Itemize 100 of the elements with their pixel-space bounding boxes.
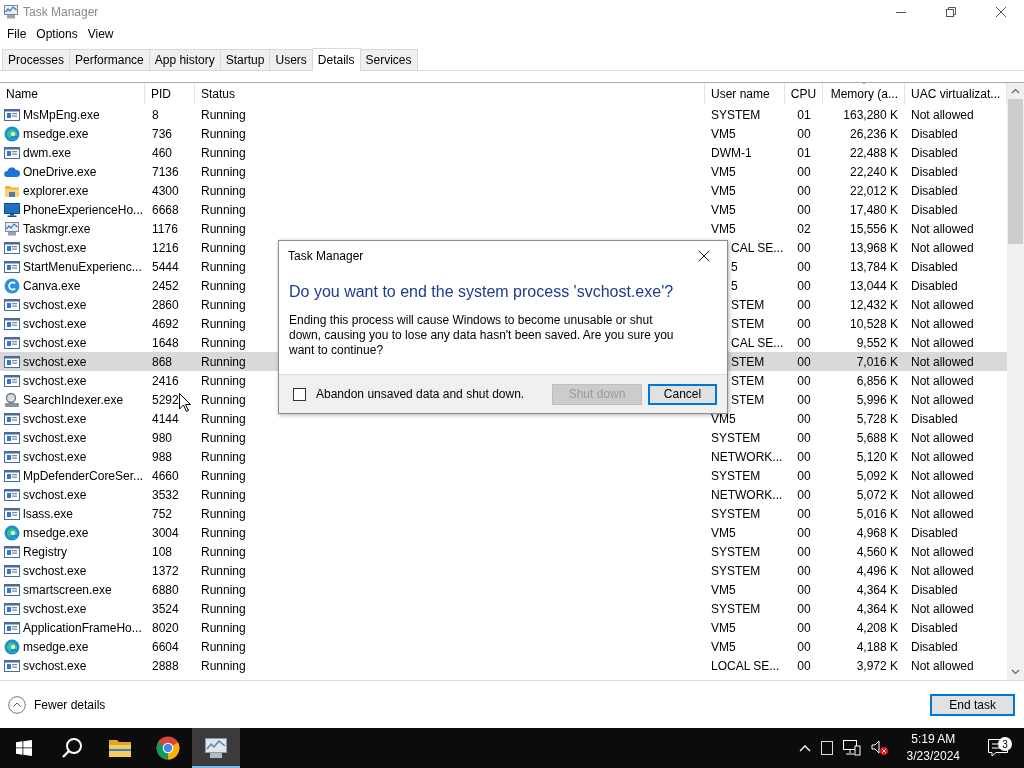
table-cell: 752 bbox=[152, 506, 173, 521]
table-cell[interactable]: MpDefenderCoreSer... bbox=[23, 468, 144, 483]
table-cell[interactable]: svchost.exe bbox=[23, 563, 87, 578]
table-cell[interactable]: MsMpEng.exe bbox=[23, 107, 100, 122]
table-cell[interactable]: PhoneExperienceHo... bbox=[23, 202, 144, 217]
network-icon[interactable] bbox=[842, 740, 861, 756]
dialog-button[interactable]: Cancel bbox=[648, 383, 717, 405]
checkbox[interactable] bbox=[293, 387, 306, 401]
table-cell[interactable]: svchost.exe bbox=[23, 658, 87, 673]
window-icon bbox=[4, 600, 20, 617]
table-cell[interactable]: Registry bbox=[23, 544, 67, 559]
table-cell: CAL SE... bbox=[731, 240, 784, 255]
table-cell: NETWORK... bbox=[711, 449, 783, 464]
table-cell[interactable]: SearchIndexer.exe bbox=[23, 392, 124, 407]
tab[interactable]: Services bbox=[359, 49, 418, 70]
table-cell[interactable]: msedge.exe bbox=[23, 525, 89, 540]
table-cell: Not allowed bbox=[911, 506, 974, 521]
table-cell: SYSTEM bbox=[711, 563, 761, 578]
tab[interactable]: App history bbox=[148, 49, 221, 70]
column-header[interactable]: PID bbox=[145, 83, 195, 105]
window-icon bbox=[4, 429, 20, 446]
taskbar-button[interactable] bbox=[192, 728, 240, 768]
table-cell: 5,016 K bbox=[856, 506, 898, 521]
table-cell: STEM bbox=[731, 392, 765, 407]
table-cell: Running bbox=[201, 259, 246, 274]
fewer-details-link[interactable]: Fewer details bbox=[34, 697, 106, 712]
table-cell: Not allowed bbox=[911, 392, 974, 407]
checkbox-label[interactable]: Abandon unsaved data and shut down. bbox=[316, 387, 525, 401]
column-header[interactable]: Name bbox=[0, 83, 145, 105]
table-cell[interactable]: svchost.exe bbox=[23, 373, 87, 388]
search-icon[interactable] bbox=[61, 737, 83, 759]
table-cell[interactable]: lsass.exe bbox=[23, 506, 74, 521]
table-cell[interactable]: svchost.exe bbox=[23, 430, 87, 445]
table-cell[interactable]: Taskmgr.exe bbox=[23, 221, 91, 236]
tab[interactable]: Users bbox=[269, 49, 313, 70]
table-cell: Not allowed bbox=[911, 601, 974, 616]
table-cell: VM5 bbox=[711, 582, 736, 597]
table-cell[interactable]: explorer.exe bbox=[23, 183, 89, 198]
column-header[interactable]: CPU bbox=[785, 83, 823, 105]
scrollbar-thumb[interactable] bbox=[1008, 99, 1023, 244]
start-icon[interactable] bbox=[16, 740, 32, 756]
column-header[interactable]: User name bbox=[705, 83, 785, 105]
table-cell: VM5 bbox=[711, 221, 736, 236]
chevron-up-circle-icon[interactable] bbox=[8, 695, 26, 714]
table-cell[interactable]: svchost.exe bbox=[23, 411, 87, 426]
tab[interactable]: Details bbox=[311, 48, 361, 71]
close-icon[interactable] bbox=[996, 6, 1006, 17]
menu-item[interactable]: View bbox=[82, 27, 119, 41]
speaker-muted-icon[interactable] bbox=[870, 740, 889, 756]
menu-item[interactable]: File bbox=[2, 27, 32, 41]
table-cell: 5,092 K bbox=[856, 468, 898, 483]
table-cell[interactable]: svchost.exe bbox=[23, 297, 87, 312]
table-cell[interactable]: msedge.exe bbox=[23, 126, 89, 141]
table-cell: VM5 bbox=[711, 639, 736, 654]
table-cell[interactable]: dwm.exe bbox=[23, 145, 72, 160]
tablet-icon[interactable] bbox=[820, 741, 833, 755]
table-cell[interactable]: svchost.exe bbox=[23, 316, 87, 331]
end-task-button[interactable]: End task bbox=[930, 693, 1015, 716]
window-icon bbox=[4, 372, 20, 389]
restore-icon[interactable] bbox=[946, 6, 956, 17]
table-cell[interactable]: svchost.exe bbox=[23, 601, 87, 616]
table-cell[interactable]: ApplicationFrameHo... bbox=[23, 620, 142, 635]
window-icon bbox=[4, 543, 20, 560]
dialog-message: Ending this process will cause Windows to become unusable or shut down, causing you to lose any data hasn't been saved. Are you sure you want to continue? bbox=[288, 312, 675, 359]
column-header[interactable]: Memory (a... bbox=[823, 83, 905, 105]
column-header[interactable]: Status bbox=[195, 83, 705, 105]
table-cell[interactable]: smartscreen.exe bbox=[23, 582, 112, 597]
table-cell: 00 bbox=[797, 183, 811, 198]
table-cell[interactable]: svchost.exe bbox=[23, 449, 87, 464]
notification-icon[interactable] bbox=[988, 739, 1008, 757]
table-cell: 6,856 K bbox=[856, 373, 898, 388]
table-cell: 00 bbox=[797, 582, 811, 597]
table-cell[interactable]: StartMenuExperienc... bbox=[23, 259, 142, 274]
table-cell[interactable]: svchost.exe bbox=[23, 240, 87, 255]
table-cell: Not allowed bbox=[911, 297, 974, 312]
scrollbar[interactable] bbox=[1007, 83, 1024, 680]
chevron-up-icon[interactable] bbox=[798, 744, 811, 752]
table-cell[interactable]: svchost.exe bbox=[23, 354, 87, 369]
window-icon bbox=[4, 486, 20, 503]
window-icon bbox=[4, 657, 20, 674]
tab[interactable]: Startup bbox=[219, 49, 271, 70]
table-cell[interactable]: msedge.exe bbox=[23, 639, 89, 654]
table-cell: Running bbox=[201, 221, 246, 236]
table-cell: 26,236 K bbox=[849, 126, 898, 141]
window-icon bbox=[4, 296, 20, 313]
table-cell: Not allowed bbox=[911, 544, 974, 559]
menu-item[interactable]: Options bbox=[31, 27, 83, 41]
table-cell[interactable]: Canva.exe bbox=[23, 278, 81, 293]
tab[interactable]: Processes bbox=[2, 49, 71, 70]
table-cell[interactable]: svchost.exe bbox=[23, 335, 87, 350]
table-cell[interactable]: svchost.exe bbox=[23, 487, 87, 502]
table-cell: Not allowed bbox=[911, 240, 974, 255]
table-cell: Disabled bbox=[911, 525, 958, 540]
close-icon[interactable] bbox=[698, 250, 710, 262]
table-cell: 00 bbox=[797, 297, 811, 312]
table-cell: Disabled bbox=[911, 183, 958, 198]
clock[interactable]: 5:19 AM 3/23/2024 bbox=[898, 731, 968, 765]
table-cell[interactable]: OneDrive.exe bbox=[23, 164, 97, 179]
tab[interactable]: Performance bbox=[69, 49, 150, 70]
table-cell: VM5 bbox=[711, 126, 736, 141]
